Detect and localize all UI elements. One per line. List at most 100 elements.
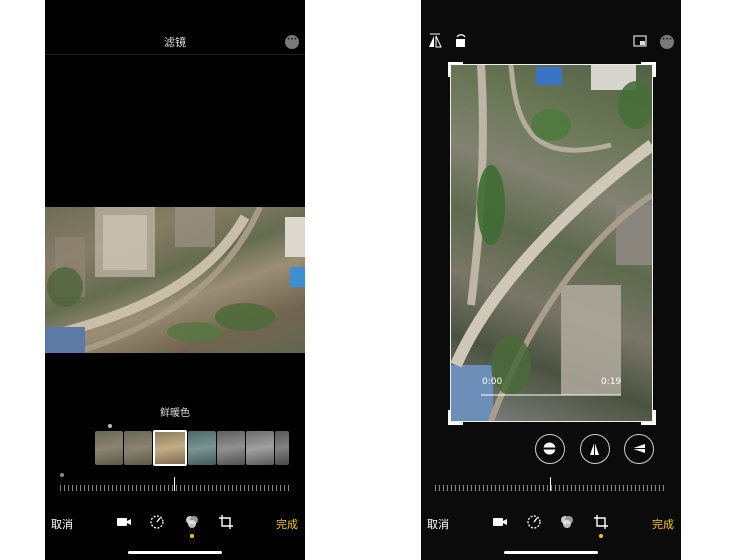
- slider-tick: [216, 485, 217, 491]
- slider-tick: [252, 485, 253, 491]
- slider-tick: [88, 485, 89, 491]
- photo-preview: [45, 207, 305, 353]
- slider-tick: [567, 485, 568, 491]
- slider-tick: [192, 485, 193, 491]
- slider-tick: [184, 485, 185, 491]
- more-options-button[interactable]: ···: [660, 35, 674, 49]
- slider-tick: [200, 485, 201, 491]
- slider-tick: [511, 485, 512, 491]
- slider-tick: [627, 485, 628, 491]
- video-end-time: 0:19: [601, 377, 622, 387]
- adjust-icon[interactable]: [526, 514, 542, 530]
- slider-tick: [455, 485, 456, 491]
- straighten-slider[interactable]: [435, 477, 667, 491]
- slider-tick: [160, 485, 161, 491]
- filters-icon[interactable]: [559, 514, 575, 530]
- crop-corner-top-left[interactable]: [448, 62, 463, 77]
- vertical-skew-icon: [590, 441, 599, 456]
- slider-tick: [475, 485, 476, 491]
- slider-tick: [531, 485, 532, 491]
- slider-tick: [64, 485, 65, 491]
- crop-corner-top-right[interactable]: [641, 62, 656, 77]
- more-options-button[interactable]: ···: [285, 35, 299, 49]
- slider-tick: [587, 485, 588, 491]
- filter-thumbnail[interactable]: [188, 431, 216, 465]
- straighten-button[interactable]: [535, 434, 565, 464]
- slider-tick: [92, 485, 93, 491]
- slider-tick: [128, 485, 129, 491]
- filters-icon[interactable]: [184, 514, 200, 530]
- slider-tick: [136, 485, 137, 491]
- rotated-aerial-photo: [451, 65, 652, 421]
- active-tool-indicator: [599, 534, 603, 538]
- flip-icon[interactable]: [427, 33, 443, 49]
- filter-thumbnail[interactable]: [275, 431, 289, 465]
- video-start-time: 0:00: [482, 377, 503, 387]
- rotate-icon[interactable]: [453, 33, 469, 49]
- slider-tick: [575, 485, 576, 491]
- slider-tick: [515, 485, 516, 491]
- filter-thumbnail[interactable]: [95, 431, 123, 465]
- slider-tick: [240, 485, 241, 491]
- slider-tick: [479, 485, 480, 491]
- horizontal-skew-button[interactable]: [624, 434, 654, 464]
- slider-tick: [80, 485, 81, 491]
- video-icon[interactable]: [492, 514, 508, 530]
- intensity-slider[interactable]: [60, 477, 290, 491]
- home-indicator: [504, 551, 598, 554]
- slider-tick: [519, 485, 520, 491]
- slider-tick: [451, 485, 452, 491]
- crop-frame[interactable]: 0:00 0:19: [450, 64, 653, 422]
- aspect-ratio-icon[interactable]: [633, 34, 647, 48]
- aerial-city-photo: [45, 207, 305, 353]
- filter-thumbnail[interactable]: [124, 431, 152, 465]
- slider-tick: [100, 485, 101, 491]
- crop-icon[interactable]: [218, 514, 234, 530]
- slider-tick: [76, 485, 77, 491]
- slider-tick: [595, 485, 596, 491]
- slider-tick: [228, 485, 229, 491]
- slider-tick: [491, 485, 492, 491]
- cancel-button[interactable]: 取消: [51, 516, 73, 532]
- slider-tick: [487, 485, 488, 491]
- slider-tick: [603, 485, 604, 491]
- crop-icon[interactable]: [593, 514, 609, 530]
- slider-tick: [164, 485, 165, 491]
- slider-center-marker: [550, 477, 551, 491]
- horizontal-skew-icon: [631, 444, 646, 453]
- filter-thumbnail-selected[interactable]: [153, 430, 187, 466]
- done-button[interactable]: 完成: [276, 516, 298, 532]
- crop-corner-bottom-left[interactable]: [448, 410, 463, 425]
- slider-tick: [280, 485, 281, 491]
- filter-thumbnail-strip[interactable]: [95, 430, 295, 467]
- crop-corner-bottom-right[interactable]: [641, 410, 656, 425]
- slider-tick: [583, 485, 584, 491]
- intensity-origin-dot: [60, 473, 64, 477]
- slider-tick: [232, 485, 233, 491]
- vertical-skew-button[interactable]: [580, 434, 610, 464]
- slider-tick: [559, 485, 560, 491]
- filter-thumbnail[interactable]: [217, 431, 245, 465]
- slider-tick: [124, 485, 125, 491]
- slider-tick: [268, 485, 269, 491]
- slider-tick: [443, 485, 444, 491]
- slider-tick: [224, 485, 225, 491]
- slider-tick: [435, 485, 436, 491]
- slider-tick: [188, 485, 189, 491]
- slider-tick: [535, 485, 536, 491]
- slider-tick: [68, 485, 69, 491]
- slider-tick: [60, 485, 61, 491]
- slider-tick: [555, 485, 556, 491]
- slider-tick: [284, 485, 285, 491]
- cancel-button[interactable]: 取消: [427, 516, 449, 532]
- slider-tick: [611, 485, 612, 491]
- adjust-icon[interactable]: [149, 514, 165, 530]
- slider-tick: [635, 485, 636, 491]
- slider-tick: [619, 485, 620, 491]
- slider-tick: [579, 485, 580, 491]
- video-icon[interactable]: [116, 514, 132, 530]
- done-button[interactable]: 完成: [652, 516, 674, 532]
- filter-thumbnail[interactable]: [246, 431, 274, 465]
- slider-tick: [140, 485, 141, 491]
- slider-tick: [507, 485, 508, 491]
